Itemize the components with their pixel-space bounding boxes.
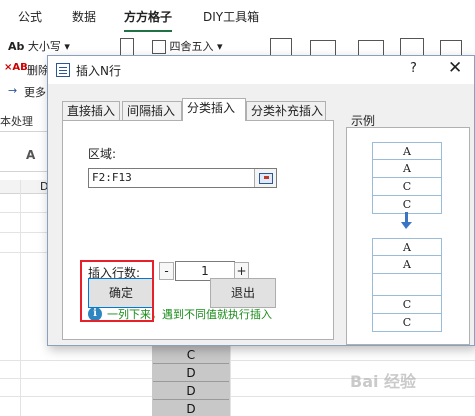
case-button[interactable]: Ab 大小写 ▾ [8, 38, 70, 54]
tab-category-supplement-insert[interactable]: 分类补充插入 [246, 101, 326, 120]
tab-category-insert[interactable]: 分类插入 [182, 98, 246, 121]
range-label: 区域: [88, 147, 117, 161]
example-cell: C [372, 178, 442, 196]
table-cell[interactable]: D [153, 364, 229, 382]
list-icon [56, 63, 70, 77]
row-line [0, 396, 475, 397]
row-line [0, 360, 475, 361]
case-label: 大小写 [27, 40, 61, 53]
delete-icon: ×AB [4, 62, 28, 73]
decrement-button[interactable]: - [159, 262, 174, 280]
grid-icon [152, 40, 166, 54]
range-input[interactable]: F2:F13 [88, 168, 277, 188]
ribbon-tab-formula[interactable]: 公式 [18, 8, 42, 25]
case-icon: Ab [8, 40, 25, 53]
example-cell: A [372, 160, 442, 178]
example-cell [372, 274, 442, 296]
example-cell: C [372, 314, 442, 332]
ribbon-tab-fangfang[interactable]: 方方格子 [124, 8, 173, 33]
watermark: Bai 经验 [350, 372, 417, 391]
range-select-icon[interactable] [254, 169, 276, 187]
ribbon-tab-data[interactable]: 数据 [72, 8, 96, 25]
round-button[interactable]: 四舍五入 ▾ [152, 38, 223, 54]
group-label: 本处理 [0, 115, 33, 128]
table-cell[interactable]: D [153, 400, 229, 416]
tab-interval-insert[interactable]: 间隔插入 [122, 101, 182, 120]
example-cell: C [372, 296, 442, 314]
example-cell: A [372, 142, 442, 160]
close-button[interactable]: ✕ [448, 58, 462, 78]
dialog-title: 插入N行 [76, 64, 121, 78]
more-button[interactable]: 更多 [24, 84, 46, 100]
highlight-frame [80, 260, 154, 322]
round-label: 四舍五入 [169, 40, 214, 53]
arrow-right-icon: → [8, 84, 18, 97]
col-divider [20, 180, 21, 416]
exit-button[interactable]: 退出 [210, 278, 276, 308]
arrow-down-icon [401, 212, 412, 229]
help-button[interactable]: ? [410, 61, 417, 76]
ribbon-tab-bar: 公式 数据 方方格子 DIY工具箱 [0, 0, 475, 33]
ribbon-tab-diy[interactable]: DIY工具箱 [203, 8, 259, 25]
example-panel: A A C C A A C C [346, 127, 470, 345]
font-a-button[interactable]: A [26, 148, 35, 162]
table-cell[interactable]: C [153, 346, 229, 364]
example-cell: A [372, 238, 442, 256]
example-cell: A [372, 256, 442, 274]
delete-button[interactable]: 删除 [27, 62, 49, 78]
table-cell[interactable]: D [153, 382, 229, 400]
tab-direct-insert[interactable]: 直接插入 [62, 101, 120, 120]
dialog-titlebar: 插入N行 ? ✕ [48, 56, 474, 84]
